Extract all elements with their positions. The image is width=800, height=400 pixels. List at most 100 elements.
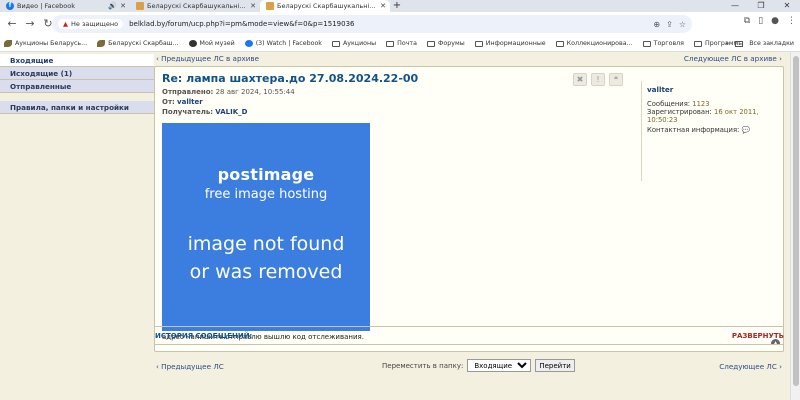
report-icon[interactable]: ! [591, 73, 605, 86]
registered-date: 16 окт 2011, [714, 108, 759, 116]
pm-sidebar: Входящие Исходящие (1) Отправленные Прав… [0, 54, 154, 114]
security-label: Не защищено [71, 20, 119, 28]
move-to-folder: Переместить в папку: Входящие Перейти [382, 359, 575, 372]
folder-select[interactable]: Входящие [467, 359, 532, 372]
contact-bubble-icon[interactable]: 💬 [742, 126, 750, 134]
history-box [154, 344, 784, 350]
author-posts: Сообщения: 1123 [647, 100, 781, 108]
history-title: ИСТОРИЯ СООБЩЕНИЙ: [155, 332, 253, 340]
image-brand: postimage [217, 165, 315, 184]
message-subject: Re: лампа шахтера.до 27.08.2024.22-00 [162, 72, 419, 85]
sent-date: 28 авг 2024, 10:55:44 [215, 88, 295, 96]
posts-label: Сообщения: [647, 100, 691, 108]
divider [154, 326, 784, 327]
next-archive-link[interactable]: Следующее ЛС в архиве › [684, 54, 782, 63]
bookmark-folder[interactable]: Информационные [474, 40, 546, 47]
extensions-icon[interactable]: ⧉ [744, 16, 750, 26]
window-controls: — ❐ ✕ [722, 0, 800, 12]
bookmark-folder[interactable]: Коллекционирова... [555, 40, 633, 47]
go-button[interactable]: Перейти [535, 359, 575, 372]
tab-strip: f Видео | Facebook 🔊 ✕ Беларускі Скарбаш… [0, 0, 800, 12]
tab-belklad-1[interactable]: Беларускі Скарбашукальніцкі ✕ [130, 0, 260, 12]
close-tab-icon[interactable]: ✕ [120, 2, 126, 10]
to-user-link[interactable]: VALIK_D [215, 108, 247, 116]
tab-title: Видео | Facebook [17, 2, 76, 10]
menu-icon[interactable]: ⋮ [787, 16, 796, 26]
bookmark-label: Форумы [437, 40, 465, 47]
folder-icon [555, 40, 564, 47]
from-user-link[interactable]: vallter [177, 98, 203, 106]
sent-label: Отправлено: [162, 88, 214, 96]
bookmark-label: Коллекционирова... [566, 40, 633, 47]
bookmark-folder[interactable]: Аукционы [331, 40, 376, 47]
image-error-line-1: image not found [187, 233, 345, 255]
tab-facebook-video[interactable]: f Видео | Facebook 🔊 ✕ [0, 0, 130, 12]
warning-icon: ▲ [63, 20, 68, 28]
bookmark-label: Торговля [653, 40, 684, 47]
bookmark-item[interactable]: Беларускі Скарбаш... [97, 40, 179, 47]
sidepanel-icon[interactable]: ▯ [758, 16, 763, 26]
bookmark-label: Аукционы Беларусь... [15, 40, 88, 47]
site-icon [136, 2, 144, 10]
message-panel: Re: лампа шахтера.до 27.08.2024.22-00 От… [154, 66, 784, 352]
address-bar[interactable]: ▲ Не защищено belklad.by/forum/ucp.php?i… [52, 15, 692, 33]
next-message-link[interactable]: Следующее ЛС › [719, 362, 782, 371]
attached-image-placeholder[interactable]: postimage free image hosting image not f… [162, 123, 370, 331]
sent-line: Отправлено: 28 авг 2024, 10:55:44 [162, 88, 295, 96]
minimize-icon[interactable]: — [722, 0, 748, 12]
bookmark-folder[interactable]: Торговля [642, 40, 684, 47]
browser-toolbar: ← → ↻ ▲ Не защищено belklad.by/forum/ucp… [0, 12, 800, 36]
message-area: ‹ Предыдущее ЛС в архиве Следующее ЛС в … [154, 52, 784, 354]
author-name-link[interactable]: vallter [647, 85, 781, 94]
sidebar-item-sent[interactable]: Отправленные [0, 80, 154, 93]
bookmark-label: Мой музей [199, 40, 235, 47]
scrollbar-thumb[interactable] [793, 56, 799, 386]
all-bookmarks-label: Все закладки [749, 40, 794, 47]
zoom-icon[interactable]: ⊕ [653, 20, 660, 29]
to-label: Получатель: [162, 108, 214, 116]
chevron-right-icon: » [725, 40, 730, 47]
sidebar-item-inbox[interactable]: Входящие [0, 54, 154, 67]
posts-count-link[interactable]: 1123 [692, 100, 709, 108]
share-icon[interactable]: ⇪ [666, 20, 673, 29]
bookmark-item[interactable]: (3) Watch | Facebook [244, 40, 322, 47]
tab-belklad-2[interactable]: Беларускі Скарбашукальніцкі ✕ [260, 0, 390, 12]
bottom-navigation: ‹ Предыдущее ЛС Переместить в папку: Вхо… [154, 359, 784, 375]
delete-icon[interactable]: ✖ [573, 73, 587, 86]
close-tab-icon[interactable]: ✕ [250, 2, 256, 10]
speaker-icon[interactable]: 🔊 [108, 2, 117, 10]
new-tab-button[interactable]: + [390, 0, 404, 12]
back-icon[interactable]: ← [4, 16, 20, 32]
omnibox-actions: ⊕ ⇪ ☆ [653, 20, 686, 29]
bookmark-item[interactable]: Аукционы Беларусь... [4, 40, 87, 47]
registered-time: 10:50:23 [647, 116, 678, 124]
bookmark-item[interactable]: Мой музей [188, 40, 235, 47]
sidebar-item-rules[interactable]: Правила, папки и настройки [0, 101, 154, 114]
expand-link[interactable]: РАЗВЕРНУТЬ [732, 332, 784, 340]
url-text[interactable]: belklad.by/forum/ucp.php?i=pm&mode=view&… [129, 20, 653, 28]
folder-icon [735, 40, 744, 47]
prev-message-link[interactable]: ‹ Предыдущее ЛС [156, 362, 224, 371]
message-history-header: ИСТОРИЯ СООБЩЕНИЙ: РАЗВЕРНУТЬ [154, 330, 784, 344]
sidebar-item-outbox[interactable]: Исходящие (1) [0, 67, 154, 80]
quote-icon[interactable]: ❝ [609, 73, 623, 86]
author-contact: Контактная информация: 💬 [647, 126, 781, 134]
profile-icon[interactable]: ● [771, 16, 779, 26]
close-window-icon[interactable]: ✕ [774, 0, 800, 12]
forward-icon[interactable]: → [22, 16, 38, 32]
close-tab-icon[interactable]: ✕ [380, 2, 386, 10]
folder-icon [426, 40, 435, 47]
maximize-icon[interactable]: ❐ [748, 0, 774, 12]
bookmark-star-icon[interactable]: ☆ [679, 20, 686, 29]
page-scrollbar[interactable] [790, 52, 800, 400]
folder-icon [474, 40, 483, 47]
bookmark-folder[interactable]: Почта [386, 40, 417, 47]
all-bookmarks[interactable]: » Все закладки [725, 40, 794, 47]
bookmark-label: (3) Watch | Facebook [255, 40, 322, 47]
prev-archive-link[interactable]: ‹ Предыдущее ЛС в архиве [156, 54, 259, 63]
tab-title: Беларускі Скарбашукальніцкі [277, 2, 378, 10]
security-chip[interactable]: ▲ Не защищено [58, 19, 124, 29]
bookmark-folder[interactable]: Форумы [426, 40, 465, 47]
site-icon [266, 2, 274, 10]
folder-icon [693, 40, 702, 47]
